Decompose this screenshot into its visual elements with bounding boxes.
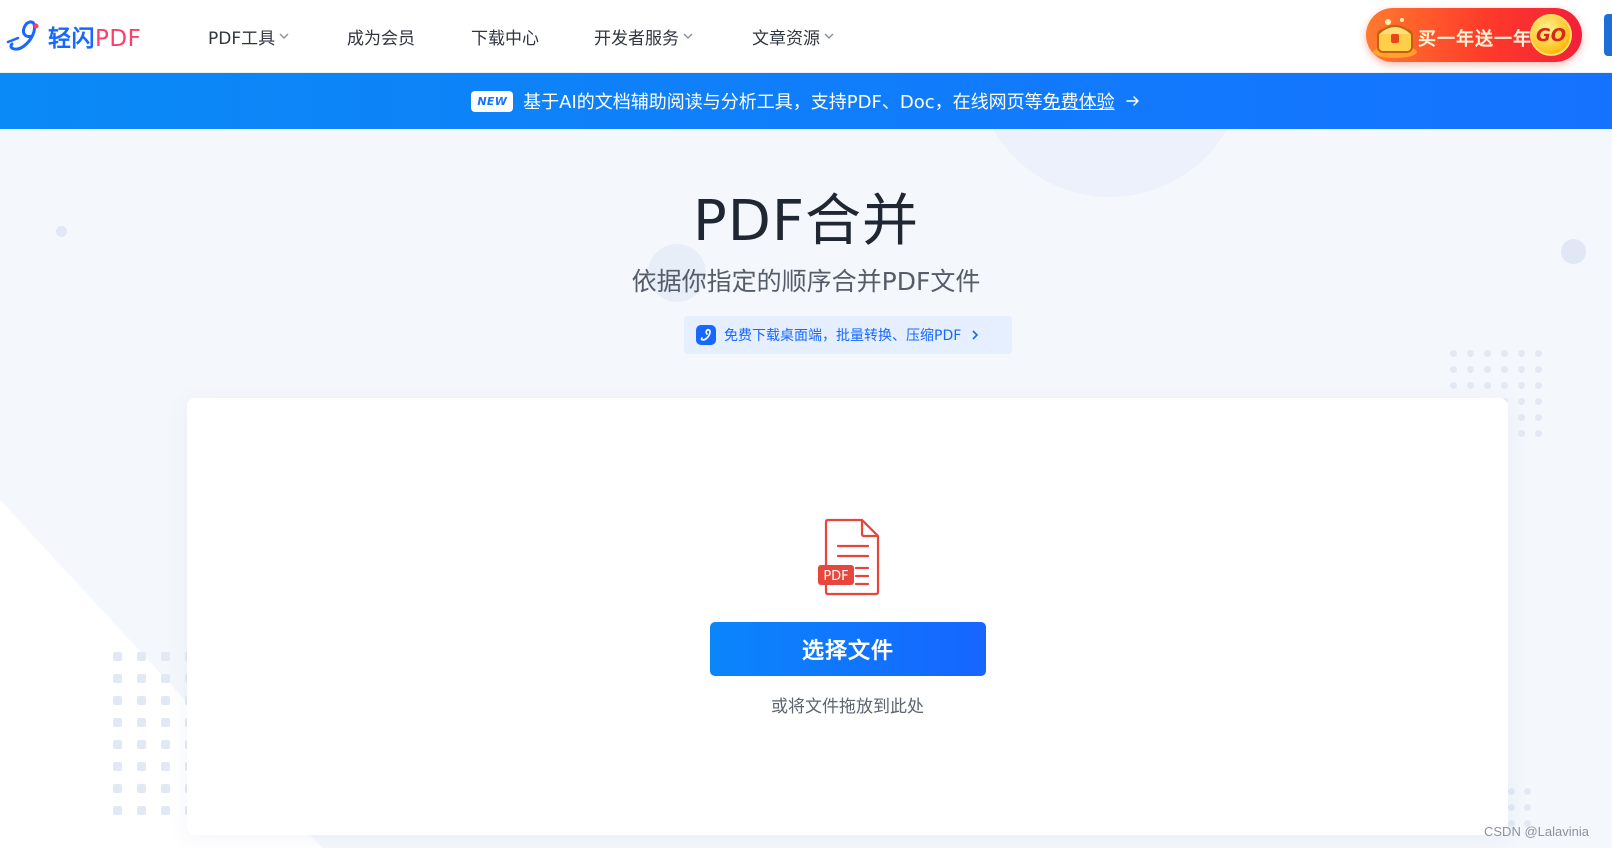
app-logo-icon xyxy=(696,325,716,345)
nav-item-label: 开发者服务 xyxy=(594,28,679,49)
banner-free-trial-link[interactable]: 免费体验 xyxy=(1043,92,1115,113)
chevron-down-icon xyxy=(683,33,693,39)
chevron-down-icon xyxy=(279,33,289,39)
promo-go-badge: GO xyxy=(1530,14,1572,56)
banner-message: 基于AI的文档辅助阅读与分析工具，支持PDF、Doc，在线网页等免费体验 xyxy=(523,88,1114,114)
chevron-right-icon xyxy=(972,330,979,340)
main-nav: PDF工具 成为会员 下载中心 开发者服务 文章资源 xyxy=(0,0,900,73)
side-panel-edge[interactable] xyxy=(1604,14,1612,56)
watermark: CSDN @Lalavinia xyxy=(1484,824,1589,839)
top-header: 轻闪PDF PDF工具 成为会员 下载中心 开发者服务 文章资源 买一年送一年 … xyxy=(0,0,1612,73)
background-dot-grid xyxy=(113,652,194,815)
chevron-down-icon xyxy=(824,33,834,39)
background-dot-grid xyxy=(1508,788,1531,827)
download-desktop-text: 免费下载桌面端，批量转换、压缩PDF xyxy=(724,328,962,344)
nav-item-label: PDF工具 xyxy=(208,28,276,49)
pdf-badge-label: PDF xyxy=(823,569,848,584)
nav-item-developer-services[interactable]: 开发者服务 xyxy=(594,22,694,50)
page-title: PDF合并 xyxy=(692,189,920,254)
promo-text: 买一年送一年 xyxy=(1418,29,1532,50)
nav-item-label: 下载中心 xyxy=(471,28,539,49)
pdf-file-icon: PDF xyxy=(818,518,880,596)
nav-item-pdf-tools[interactable]: PDF工具 xyxy=(208,22,290,50)
new-badge: NEW xyxy=(471,90,514,112)
nav-item-download-center[interactable]: 下载中心 xyxy=(471,22,539,50)
page-subtitle: 依据你指定的顺序合并PDF文件 xyxy=(631,267,981,296)
nav-item-label: 文章资源 xyxy=(752,28,820,49)
announcement-banner[interactable]: NEW 基于AI的文档辅助阅读与分析工具，支持PDF、Doc，在线网页等免费体验 xyxy=(0,73,1612,129)
banner-text: 基于AI的文档辅助阅读与分析工具，支持PDF、Doc，在线网页等 xyxy=(523,92,1043,113)
treasure-chest-icon xyxy=(1373,18,1417,58)
nav-item-membership[interactable]: 成为会员 xyxy=(347,22,415,50)
download-desktop-link[interactable]: 免费下载桌面端，批量转换、压缩PDF xyxy=(684,316,1012,354)
drop-hint-text: 或将文件拖放到此处 xyxy=(771,697,924,717)
nav-item-label: 成为会员 xyxy=(347,28,415,49)
select-file-button[interactable]: 选择文件 xyxy=(710,622,986,676)
nav-item-article-resources[interactable]: 文章资源 xyxy=(752,22,835,50)
upload-dropzone[interactable]: PDF 选择文件 或将文件拖放到此处 xyxy=(187,398,1508,835)
arrow-right-icon xyxy=(1125,96,1139,106)
promo-buy-one-get-one-button[interactable]: 买一年送一年 GO xyxy=(1366,8,1582,62)
